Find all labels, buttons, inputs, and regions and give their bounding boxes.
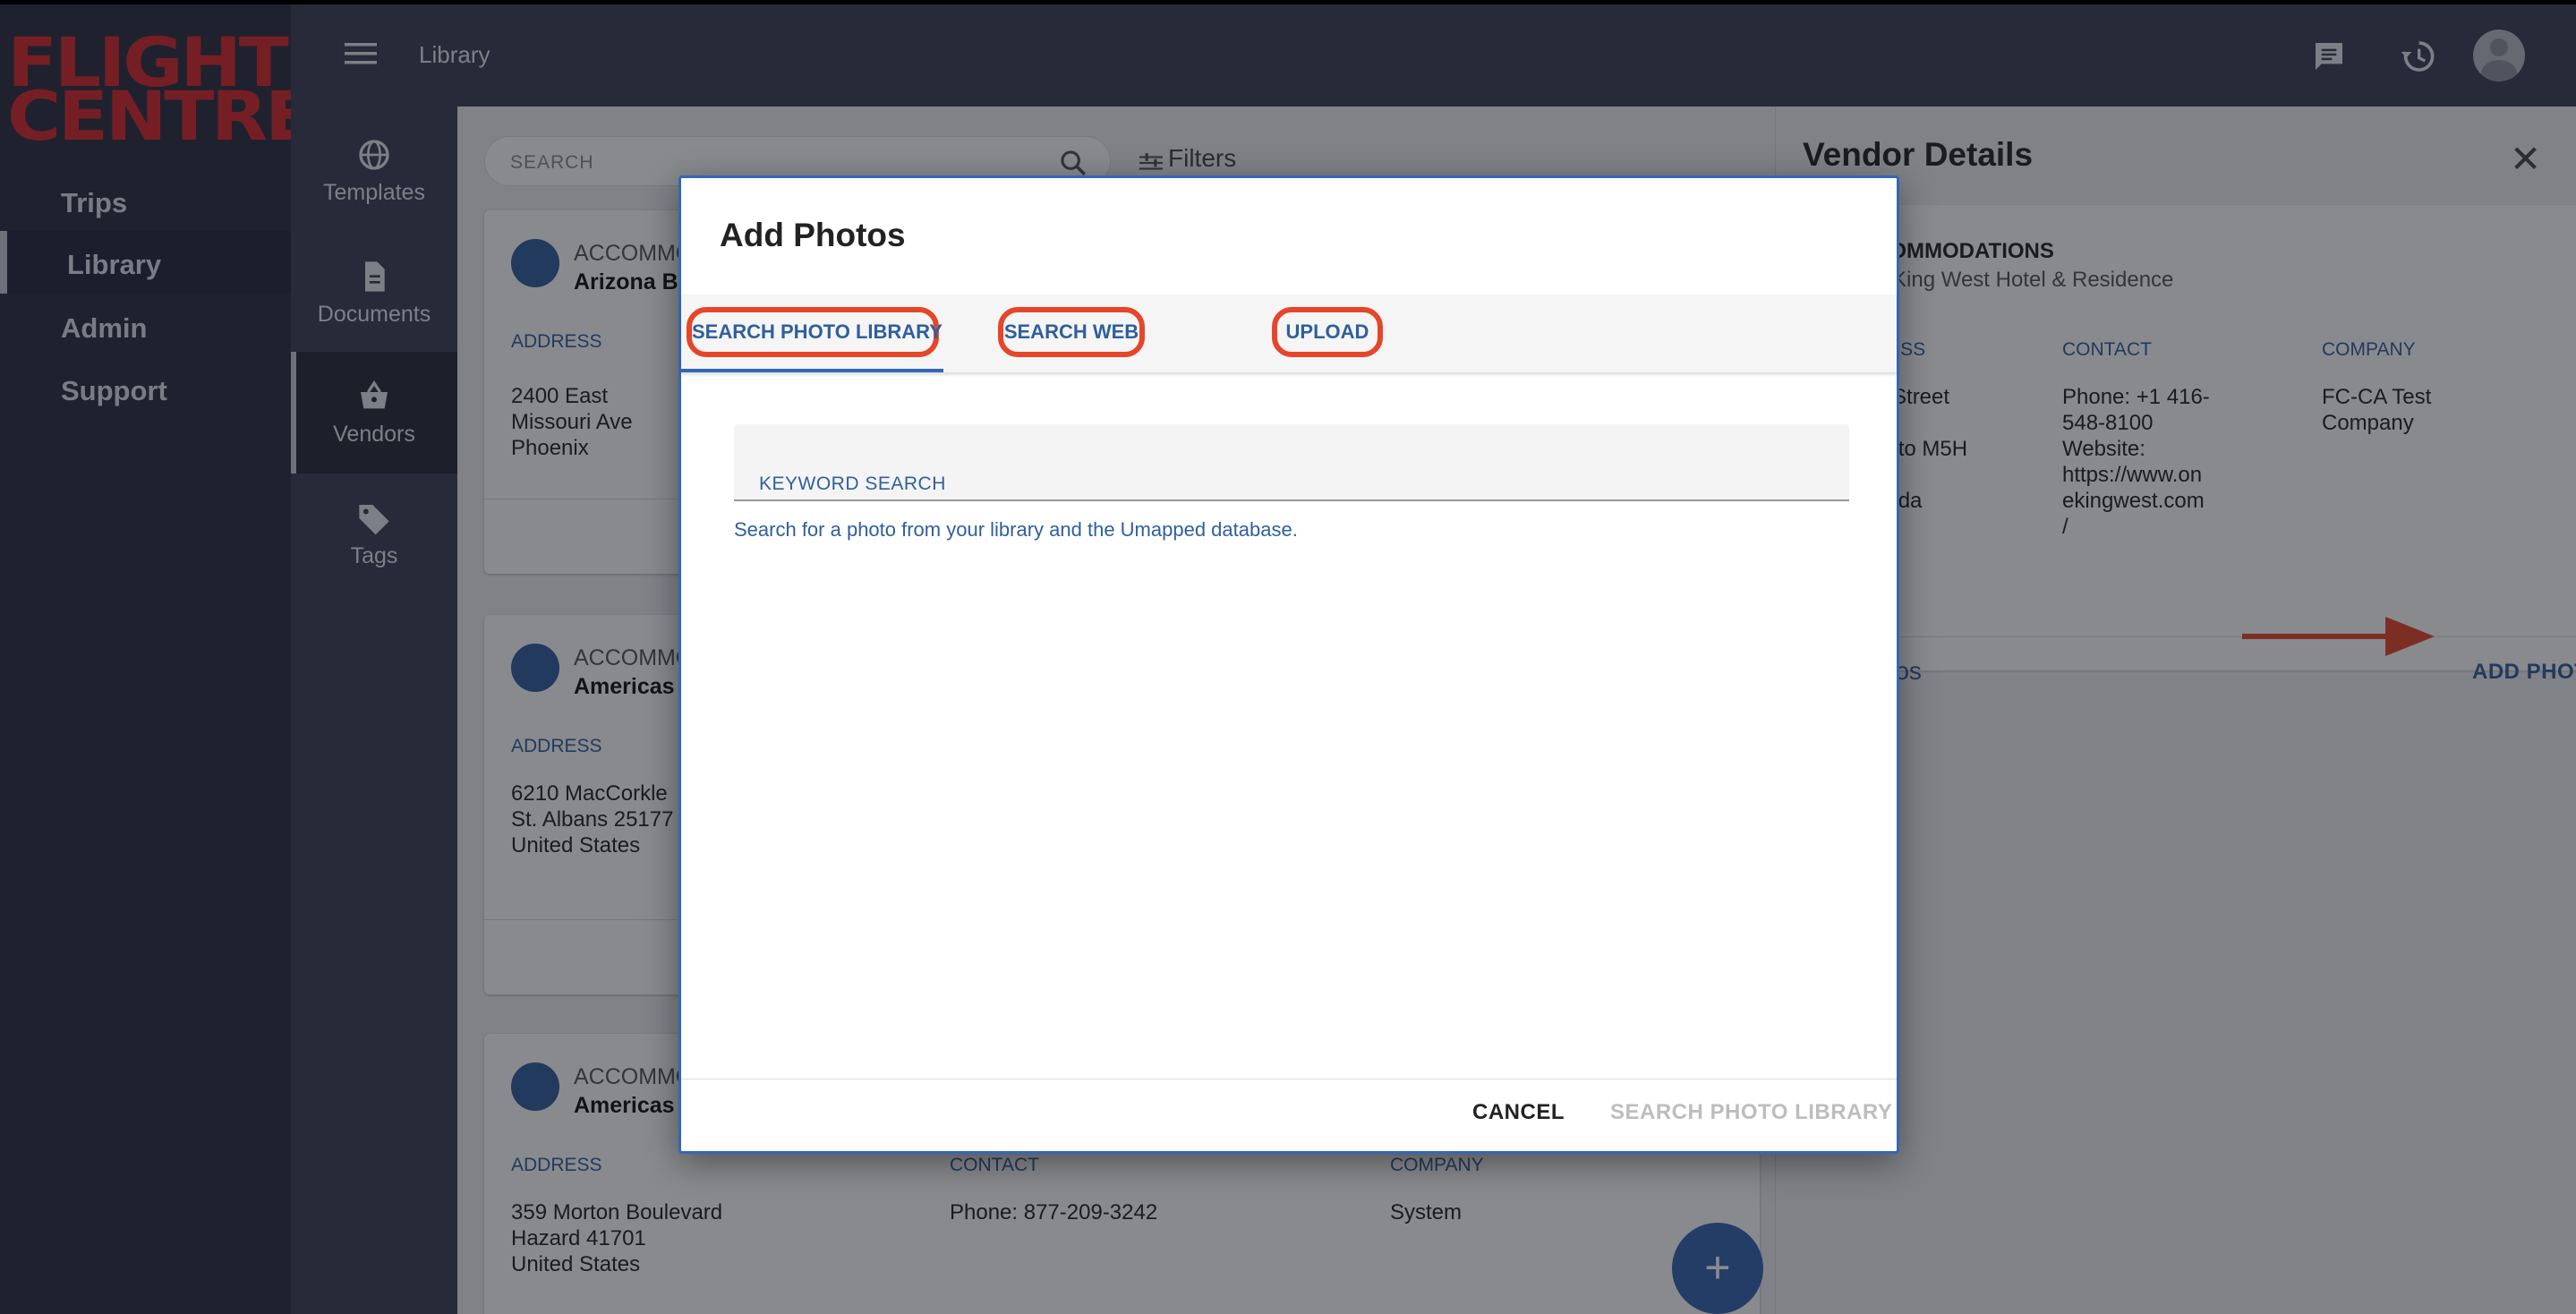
tab-upload[interactable]: UPLOAD (1272, 307, 1383, 357)
add-photos-dialog: Add Photos SEARCH PHOTO LIBRARY SEARCH W… (678, 175, 1899, 1154)
tab-search-photo-library[interactable]: SEARCH PHOTO LIBRARY (687, 307, 943, 357)
search-hint: Search for a photo from your library and… (734, 518, 1298, 541)
dialog-title: Add Photos (720, 217, 906, 253)
photo-source-tabs: SEARCH PHOTO LIBRARY SEARCH WEB UPLOAD (681, 294, 1897, 373)
search-photo-library-button[interactable]: SEARCH PHOTO LIBRARY (1610, 1100, 1892, 1125)
app-frame: FLIGHT CENTRE Trips Library Admin Suppor… (0, 4, 2576, 1314)
active-tab-indicator (681, 369, 943, 372)
keyword-search-input[interactable]: KEYWORD SEARCH (734, 424, 1849, 501)
tab-search-web[interactable]: SEARCH WEB (998, 307, 1145, 357)
cancel-button[interactable]: CANCEL (1472, 1100, 1565, 1125)
